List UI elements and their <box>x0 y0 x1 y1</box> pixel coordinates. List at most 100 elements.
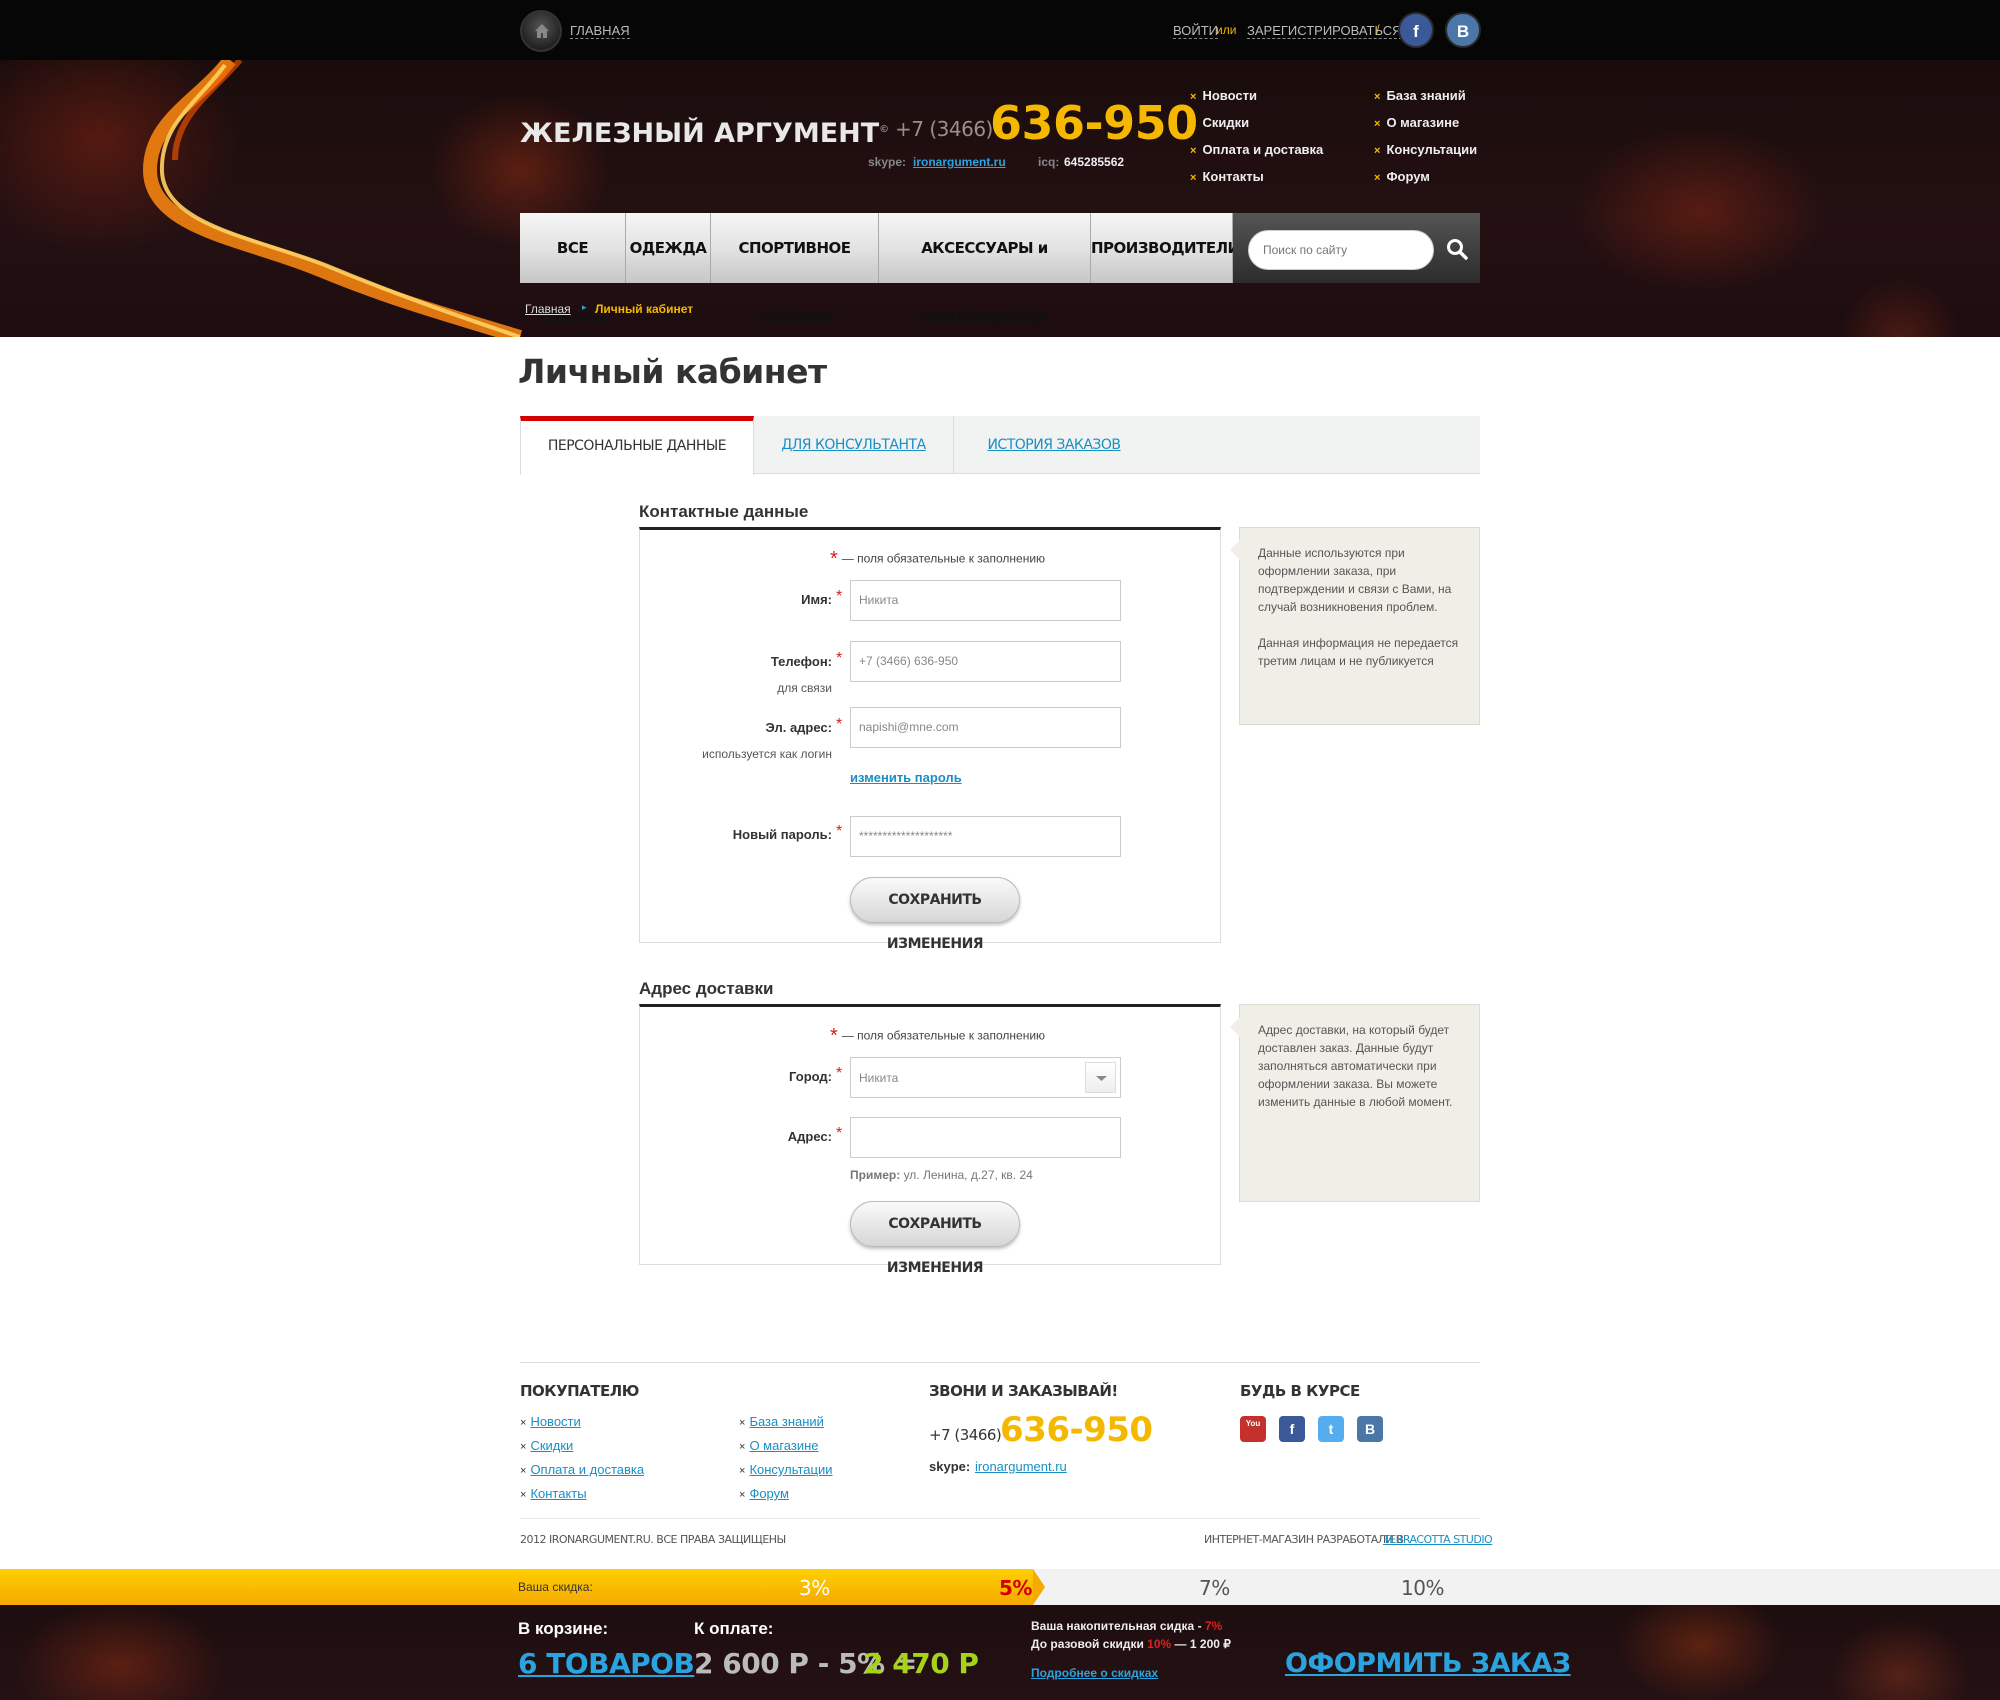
header-link-label: О магазине <box>1386 115 1460 130</box>
link-marker: × <box>520 1441 527 1453</box>
discount-step: 7% <box>1199 1576 1230 1600</box>
footer-link-payment-delivery[interactable]: × Оплата и доставка <box>520 1462 644 1477</box>
footer-link-knowledge-base[interactable]: × База знаний <box>739 1414 824 1429</box>
required-note: * — поля обязательные к заполнению <box>830 548 1045 571</box>
header-link-discounts[interactable]: × Скидки <box>1190 115 1249 130</box>
required-note-text: — поля обязательные к заполнению <box>841 1028 1046 1043</box>
cart-panel <box>0 1605 2000 1700</box>
link-marker: × <box>739 1441 746 1453</box>
contact-section-title: Контактные данные <box>639 502 809 521</box>
header-link-payment-delivery[interactable]: × Оплата и доставка <box>1190 142 1323 157</box>
vk-icon[interactable]: B <box>1445 12 1481 48</box>
save-contact-button[interactable]: СОХРАНИТЬ ИЗМЕНЕНИЯ <box>850 877 1020 952</box>
link-marker: × <box>1374 145 1381 157</box>
next-discount: До разовой скидки 10% — 1 200 ₽ <box>1031 1637 1231 1651</box>
new-password-field[interactable] <box>850 816 1121 857</box>
footer-skype-link[interactable]: ironargument.ru <box>975 1459 1067 1474</box>
example-value: ул. Ленина, д.27, кв. 24 <box>903 1168 1033 1182</box>
header-link-news[interactable]: × Новости <box>1190 88 1257 103</box>
footer-link-label: Контакты <box>530 1486 587 1501</box>
fire-decoration <box>142 60 523 337</box>
email-hint: используется как логин <box>702 747 832 761</box>
link-marker: × <box>739 1465 746 1477</box>
contact-note-paragraph: Данная информация не передается третим л… <box>1258 636 1459 668</box>
header-link-label: Новости <box>1202 88 1257 103</box>
breadcrumb-home[interactable]: Главная <box>525 302 571 316</box>
nav-clothing[interactable]: ОДЕЖДА <box>626 213 711 283</box>
skype-link[interactable]: ironargument.ru <box>913 155 1006 169</box>
vk-icon[interactable]: B <box>1357 1416 1383 1442</box>
header-link-label: Контакты <box>1202 169 1264 184</box>
example-label: Пример: <box>850 1168 901 1182</box>
site-logo[interactable]: ЖЕЛЕЗНЫЙ АРГУМЕНТ© <box>520 118 889 149</box>
address-example: Пример: ул. Ленина, д.27, кв. 24 <box>850 1168 1033 1182</box>
discount-step-current: 5% <box>999 1576 1032 1600</box>
city-select[interactable]: Никита <box>850 1057 1121 1098</box>
facebook-icon[interactable]: f <box>1279 1416 1305 1442</box>
tab-order-history[interactable]: ИСТОРИЯ ЗАКАЗОВ <box>954 416 1154 474</box>
header-link-about[interactable]: × О магазине <box>1374 115 1459 130</box>
name-field[interactable] <box>850 580 1121 621</box>
header-link-forum[interactable]: × Форум <box>1374 169 1430 184</box>
address-label-text: Адрес: <box>787 1129 832 1144</box>
name-label: Имя: <box>640 592 832 607</box>
change-password-link[interactable]: изменить пароль <box>850 770 962 785</box>
password-label: Новый пароль: <box>640 827 832 842</box>
header-link-label: Скидки <box>1202 115 1250 130</box>
required-star-icon: * <box>836 1125 843 1142</box>
header-link-contacts[interactable]: × Контакты <box>1190 169 1264 184</box>
header-link-label: Форум <box>1386 169 1430 184</box>
nav-accessories[interactable]: АКСЕССУАРЫ и ЭКИПИРОВАКА <box>879 213 1091 327</box>
footer-link-news[interactable]: × Новости <box>520 1414 581 1429</box>
search-icon[interactable] <box>1446 238 1468 260</box>
cart-count-link[interactable]: 6 ТОВАРОВ <box>518 1647 695 1680</box>
address-field[interactable] <box>850 1117 1121 1158</box>
facebook-icon[interactable]: f <box>1398 12 1434 48</box>
login-link[interactable]: ВОЙТИ <box>1173 23 1218 39</box>
discount-progress-fill <box>0 1569 1033 1605</box>
next-discount-label: До разовой скидки <box>1031 1637 1144 1651</box>
footer-link-consultations[interactable]: × Консультации <box>739 1462 832 1477</box>
footer-link-label: Оплата и доставка <box>530 1462 645 1477</box>
checkout-button[interactable]: ОФОРМИТЬ ЗАКАЗ <box>1285 1648 1571 1679</box>
developer-link[interactable]: TERRACOTTA STUDIO <box>1383 1533 1493 1546</box>
footer-link-about[interactable]: × О магазине <box>739 1438 819 1453</box>
footer-link-label: Новости <box>530 1414 581 1429</box>
dropdown-toggle[interactable] <box>1085 1062 1116 1093</box>
footer-link-discounts[interactable]: × Скидки <box>520 1438 573 1453</box>
header-phone-code: +7 (3466) <box>895 117 993 141</box>
discount-step: 10% <box>1401 1576 1444 1600</box>
nav-all-products[interactable]: ВСЕ ТОВАРЫ <box>520 213 626 327</box>
required-star-icon: * <box>836 650 843 667</box>
discount-details-link[interactable]: Подробнее о скидках <box>1031 1666 1158 1680</box>
tabs: ПЕРСОНАЛЬНЫЕ ДАННЫЕ ДЛЯ КОНСУЛЬТАНТА ИСТ… <box>520 416 1480 475</box>
required-star-icon: * <box>836 716 843 733</box>
link-marker: × <box>520 1465 527 1477</box>
header-link-knowledge-base[interactable]: × База знаний <box>1374 88 1466 103</box>
separator: / <box>1376 22 1380 37</box>
footer-link-contacts[interactable]: × Контакты <box>520 1486 587 1501</box>
tab-for-consultant[interactable]: ДЛЯ КОНСУЛЬТАНТА <box>754 416 954 474</box>
icq-value: 645285562 <box>1064 155 1125 169</box>
header-link-consultations[interactable]: × Консультации <box>1374 142 1477 157</box>
contact-form: * — поля обязательные к заполнению Имя: *… <box>639 527 1221 952</box>
home-button[interactable] <box>520 10 562 52</box>
pay-label: К оплате: <box>694 1619 774 1638</box>
discount-step: 3% <box>799 1576 830 1600</box>
home-link[interactable]: ГЛАВНАЯ <box>570 23 630 39</box>
save-delivery-button[interactable]: СОХРАНИТЬ ИЗМЕНЕНИЯ <box>850 1201 1020 1276</box>
footer-link-label: База знаний <box>749 1414 824 1429</box>
tab-personal-data[interactable]: ПЕРСОНАЛЬНЫЕ ДАННЫЕ <box>520 416 754 475</box>
email-field[interactable] <box>850 707 1121 748</box>
phone-field[interactable] <box>850 641 1121 682</box>
search-input[interactable] <box>1248 230 1434 270</box>
link-marker: × <box>1190 91 1197 103</box>
nav-manufacturers[interactable]: ПРОИЗВОДИТЕЛИ <box>1091 213 1240 283</box>
footer-buyer-title: ПОКУПАТЕЛЮ <box>520 1382 639 1400</box>
twitter-icon[interactable]: t <box>1318 1416 1344 1442</box>
youtube-icon[interactable]: You <box>1240 1416 1266 1442</box>
nav-sports-nutrition[interactable]: СПОРТИВНОЕ ПИТАНИЕ <box>711 213 879 327</box>
pay-total: 2 470 Р <box>864 1647 979 1680</box>
contact-note-paragraph: Данные используются при оформлении заказ… <box>1258 546 1452 614</box>
footer-link-forum[interactable]: × Форум <box>739 1486 789 1501</box>
